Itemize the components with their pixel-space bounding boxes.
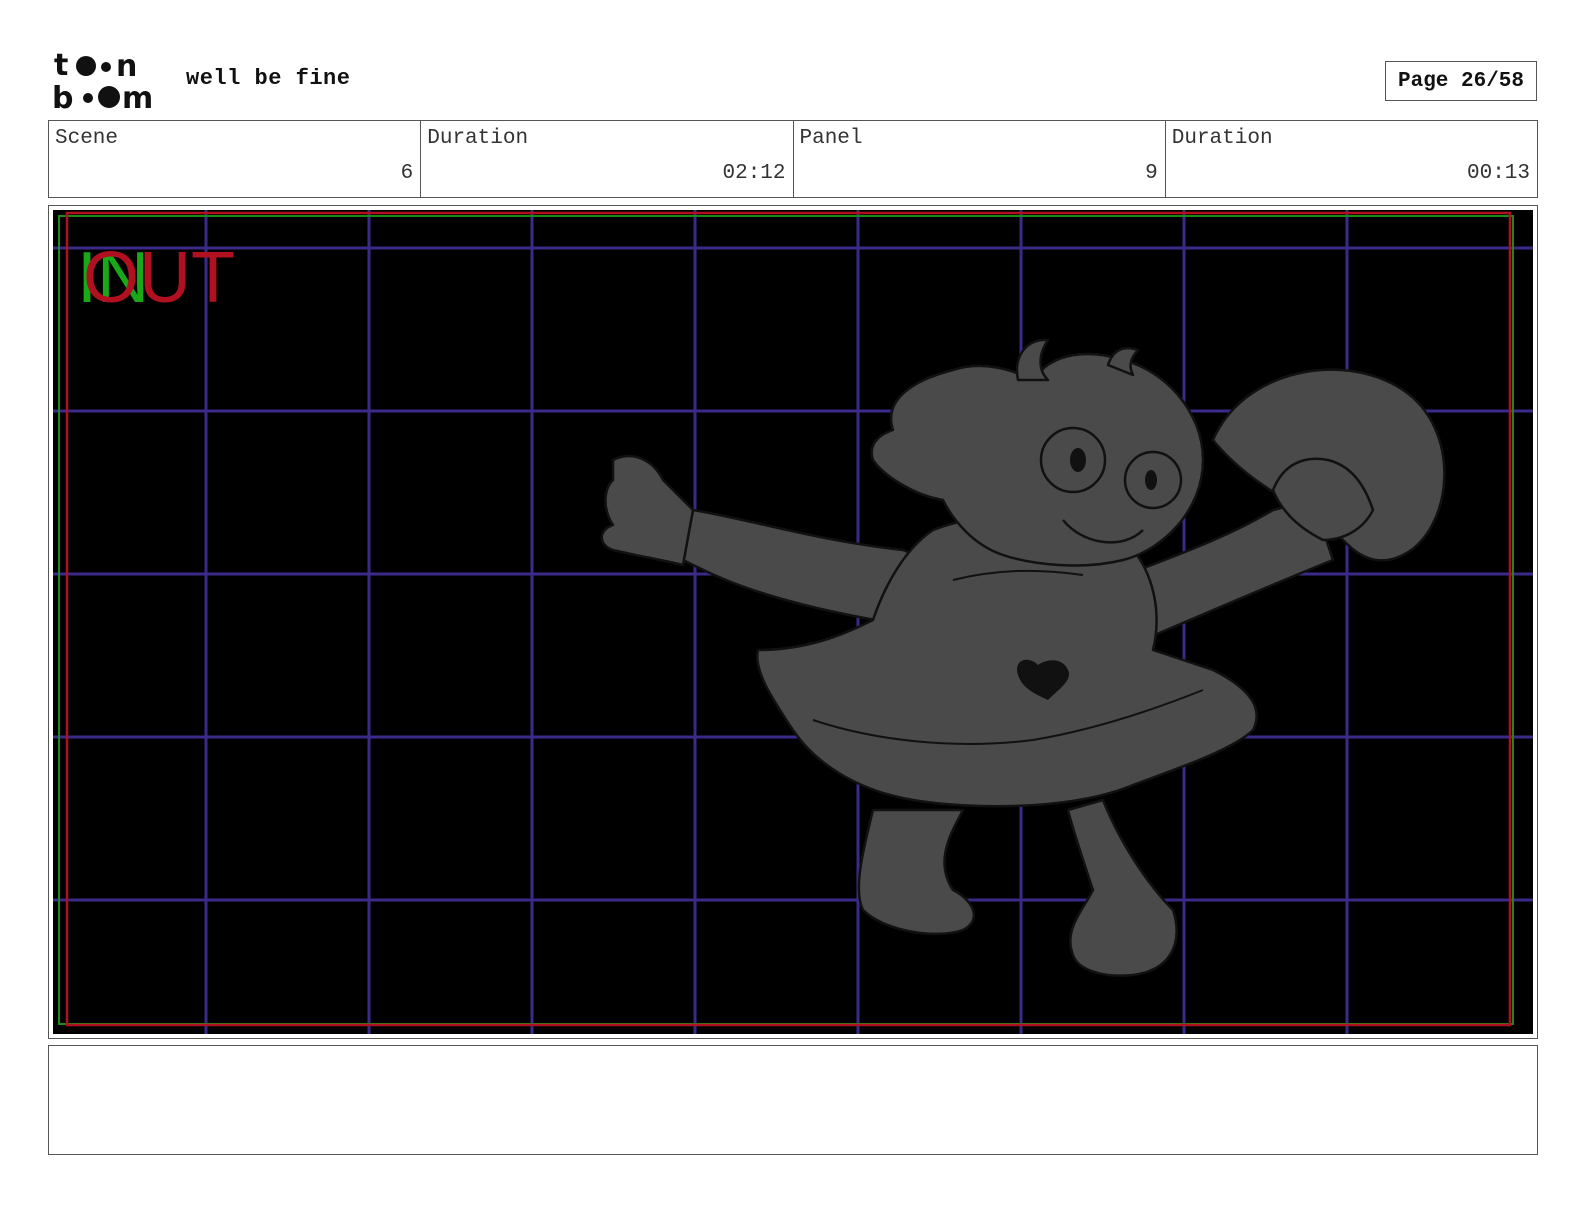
svg-text:m: m — [122, 81, 153, 114]
svg-text:t: t — [54, 48, 68, 83]
panel-info-row: Scene 6 Duration 02:12 Panel 9 Duration … — [48, 120, 1538, 198]
panel-image-frame: IN OUT — [48, 205, 1538, 1039]
svg-text:n: n — [116, 49, 137, 84]
scene-duration-value: 02:12 — [722, 162, 786, 185]
svg-text:b: b — [52, 81, 73, 114]
project-title: well be fine — [186, 66, 351, 91]
panel-label: Panel — [799, 127, 863, 150]
toon-boom-logo: t n b m — [52, 48, 164, 114]
toon-boom-logo-mark: t n b m — [52, 48, 153, 114]
scene-cell: Scene 6 — [49, 121, 422, 197]
panel-duration-label: Duration — [1171, 127, 1273, 150]
out-marker: OUT — [83, 238, 235, 318]
panel-value: 9 — [1145, 162, 1158, 185]
panel-duration-value: 00:13 — [1466, 162, 1530, 185]
scene-duration-cell: Duration 02:12 — [421, 121, 794, 197]
page-number: Page 26/58 — [1385, 61, 1537, 101]
scene-value: 6 — [400, 162, 414, 185]
panel-drawing: IN OUT — [53, 210, 1533, 1034]
panel-cell: Panel 9 — [794, 121, 1166, 197]
panel-duration-cell: Duration 00:13 — [1166, 121, 1537, 197]
panel-background — [53, 210, 1533, 1034]
scene-duration-label: Duration — [427, 127, 529, 150]
panel-notes — [48, 1045, 1538, 1155]
scene-label: Scene — [55, 127, 119, 150]
